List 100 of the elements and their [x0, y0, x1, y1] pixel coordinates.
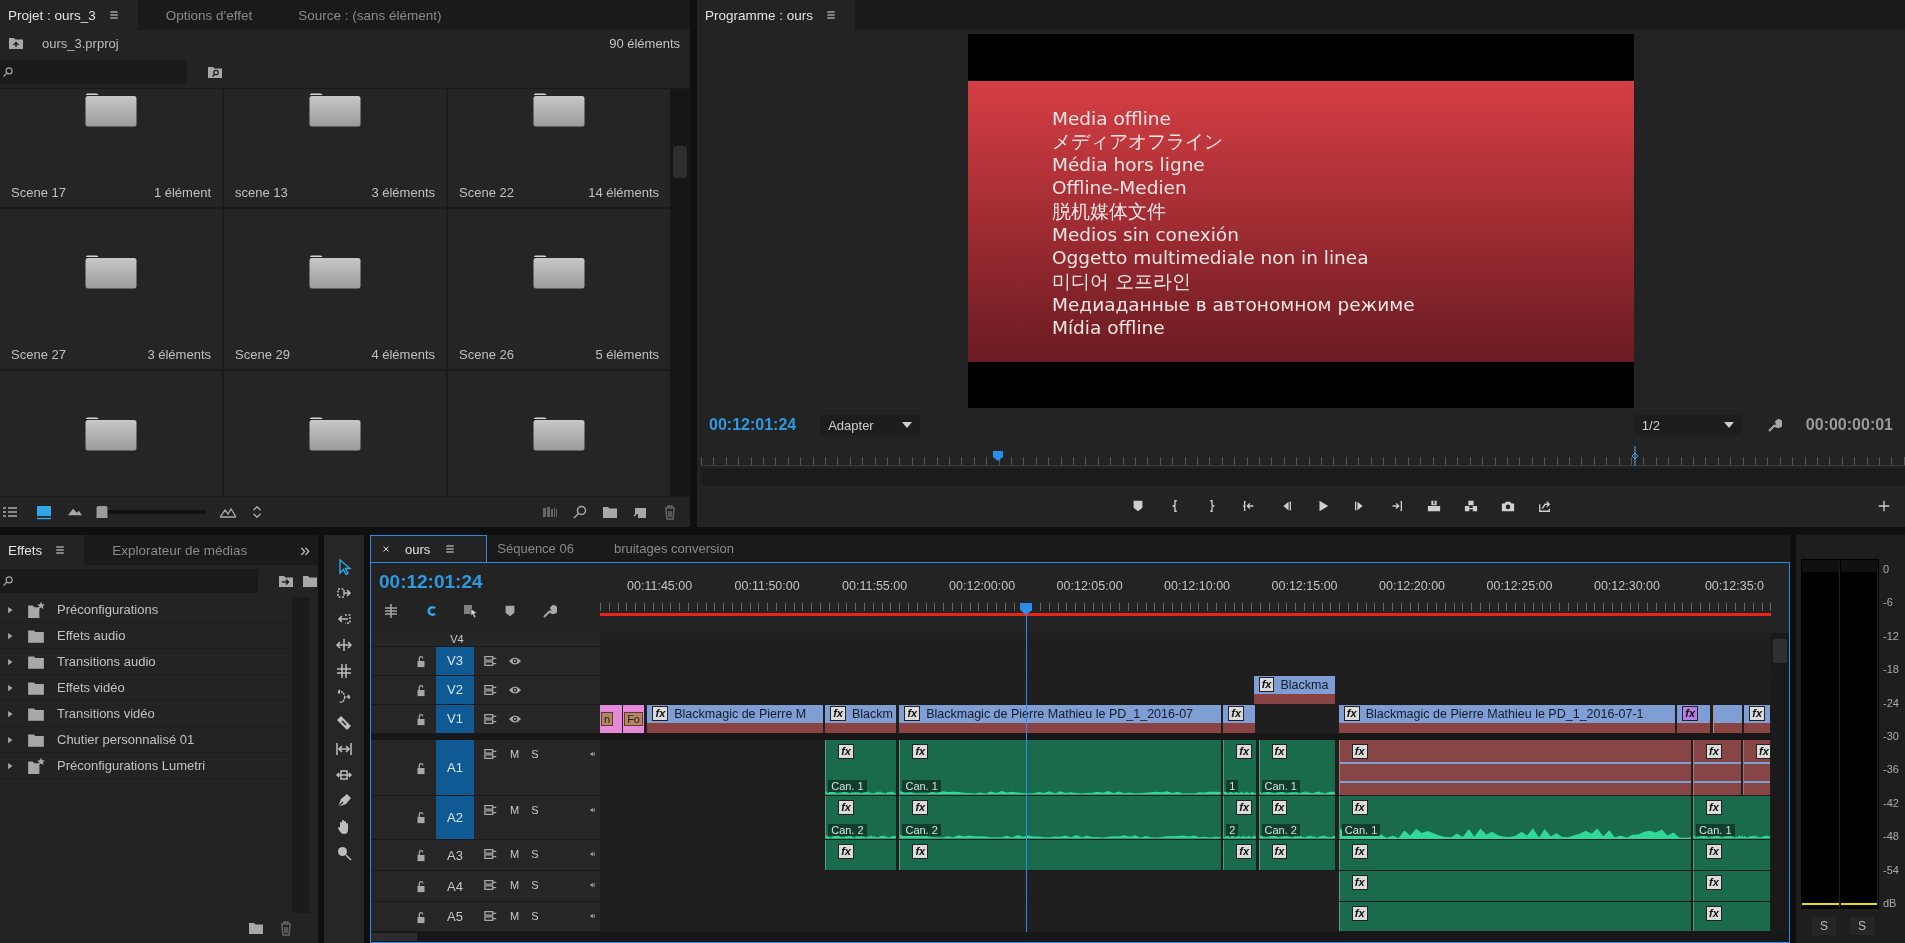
audio-clip[interactable]: fx [1693, 902, 1771, 931]
sync-icon[interactable] [484, 653, 498, 668]
solo-button[interactable]: S [531, 879, 539, 892]
panel-tab[interactable]: Projet : ours_3 [0, 0, 138, 30]
menu-icon[interactable] [825, 9, 838, 21]
sequence-tab[interactable]: ours [370, 535, 488, 562]
slider-thumb[interactable] [96, 506, 107, 518]
bin-tile[interactable] [448, 371, 670, 496]
sort-arrows-icon[interactable] [250, 505, 264, 519]
mute-button[interactable]: M [510, 847, 520, 860]
icon-view-button[interactable] [34, 504, 54, 520]
solo-button[interactable]: S [531, 910, 539, 923]
fx-badge[interactable]: fx [912, 744, 929, 760]
bin-tile[interactable] [0, 371, 222, 496]
panel-tab[interactable]: Options d'effet [157, 0, 271, 30]
fx-badge[interactable]: fx [1756, 744, 1770, 760]
audio-clip[interactable]: fx [1693, 871, 1771, 902]
effect-folder-item[interactable]: Transitions audio [0, 649, 292, 675]
bin-tile[interactable]: scene 13 3 éléments [224, 89, 446, 207]
tool-button[interactable] [334, 661, 354, 681]
fx-badge[interactable]: fx [1271, 744, 1288, 760]
video-clip[interactable]: fx [1677, 704, 1712, 734]
fx-badge[interactable]: fx [838, 843, 854, 859]
fx-badge[interactable]: fx [1706, 875, 1722, 891]
audio-clip[interactable]: fx Can. 2 [899, 795, 1222, 839]
fx-badge[interactable]: fx [1682, 706, 1699, 722]
track-target[interactable]: A5 [436, 902, 474, 931]
fx-badge[interactable]: fx [1749, 706, 1765, 722]
sequence-tab[interactable]: bruitages conversion [603, 535, 764, 562]
sync-icon[interactable] [484, 711, 498, 726]
camera-button[interactable] [1500, 499, 1515, 513]
mute-button[interactable]: M [510, 803, 520, 816]
mute-button[interactable]: M [510, 910, 520, 923]
expand-triangle-icon[interactable] [5, 734, 15, 745]
playhead-timecode[interactable]: 00:12:01:24 [709, 416, 797, 434]
overflow-button[interactable]: » [292, 539, 318, 561]
video-clip[interactable]: fx Blackma [1253, 675, 1337, 704]
solo-button[interactable]: S [1812, 917, 1836, 935]
playhead-timecode[interactable]: 00:12:01:24 [379, 571, 483, 593]
marker-icon[interactable] [503, 604, 517, 618]
graphic-clip[interactable]: n [600, 704, 624, 734]
search-field[interactable] [0, 569, 258, 593]
fx-badge[interactable]: fx [1351, 906, 1368, 922]
audio-clip[interactable]: fx Can. 1 [899, 740, 1222, 795]
audio-clip[interactable]: fx [1693, 839, 1771, 871]
track-target[interactable]: A3 [436, 839, 474, 871]
graphic-clip[interactable]: Fo [623, 704, 646, 734]
audio-clip[interactable]: fx [1223, 839, 1258, 871]
close-icon[interactable] [381, 544, 391, 554]
fx-badge[interactable]: fx [1236, 843, 1252, 859]
lift-button[interactable] [1426, 499, 1441, 513]
resolution-dropdown[interactable]: 1/2 [1633, 415, 1742, 435]
sequence-tab[interactable]: Séquence 06 [487, 535, 604, 562]
track-target[interactable]: V1 [436, 704, 474, 734]
new-folder-icon[interactable] [602, 504, 618, 520]
video-clip[interactable]: fx [1744, 704, 1771, 734]
fx-badge[interactable]: fx [1351, 799, 1368, 815]
fx-badge[interactable]: fx [912, 843, 929, 859]
expand-triangle-icon[interactable] [5, 682, 15, 693]
effect-folder-item[interactable]: Effets audio [0, 623, 292, 649]
folder-icon[interactable] [302, 573, 318, 589]
audio-clip[interactable]: fx Can. 1 [1258, 740, 1337, 795]
menu-icon[interactable] [107, 9, 120, 21]
fx-badge[interactable]: fx [1706, 906, 1722, 922]
audio-clip[interactable]: fx [1338, 740, 1692, 795]
search-icon[interactable] [572, 504, 588, 520]
audio-clip[interactable]: fx [899, 839, 1222, 871]
menu-icon[interactable] [54, 544, 67, 556]
sync-icon[interactable] [484, 846, 498, 861]
fx-badge[interactable]: fx [830, 706, 846, 722]
bin-tile[interactable]: Scene 26 5 éléments [448, 209, 670, 369]
scrollbar-thumb[interactable] [673, 146, 687, 178]
linked-selection-icon[interactable] [463, 603, 479, 619]
audio-clip[interactable]: fx [1338, 839, 1692, 871]
track-target[interactable]: V2 [436, 675, 474, 704]
trash-icon[interactable] [662, 504, 678, 520]
sync-icon[interactable] [484, 909, 498, 924]
mute-button[interactable]: M [510, 879, 520, 892]
panel-tab[interactable]: Explorateur de médias [104, 535, 266, 565]
fx-badge[interactable]: fx [912, 799, 929, 815]
audio-clip[interactable]: fx Can. 1 [825, 740, 897, 795]
audio-clip[interactable]: fx [1693, 740, 1742, 795]
panel-tab[interactable]: Source : (sans élément) [290, 0, 460, 30]
video-clip[interactable]: fx Blackmagic de Pierre Mathieu le PD_1_2016-07 [899, 704, 1222, 734]
audio-clip[interactable]: fx [1743, 740, 1771, 795]
audio-clip[interactable]: fx Can. 2 [825, 795, 897, 839]
bin-tile[interactable]: Scene 29 4 éléments [224, 209, 446, 369]
expand-triangle-icon[interactable] [5, 708, 15, 719]
video-clip[interactable]: fx [1223, 704, 1257, 734]
video-clip[interactable] [1712, 704, 1743, 734]
solo-button[interactable]: S [1850, 917, 1875, 935]
audio-clip[interactable]: fx [1338, 871, 1692, 902]
fx-badge[interactable]: fx [1236, 744, 1252, 760]
audio-clip[interactable]: fx [825, 839, 897, 871]
menu-icon[interactable] [444, 543, 457, 555]
scrollbar[interactable] [371, 932, 1789, 942]
track-target[interactable]: A2 [436, 795, 474, 839]
expand-triangle-icon[interactable] [5, 604, 15, 615]
trash-icon[interactable] [278, 920, 294, 936]
fx-badge[interactable]: fx [1706, 744, 1722, 760]
